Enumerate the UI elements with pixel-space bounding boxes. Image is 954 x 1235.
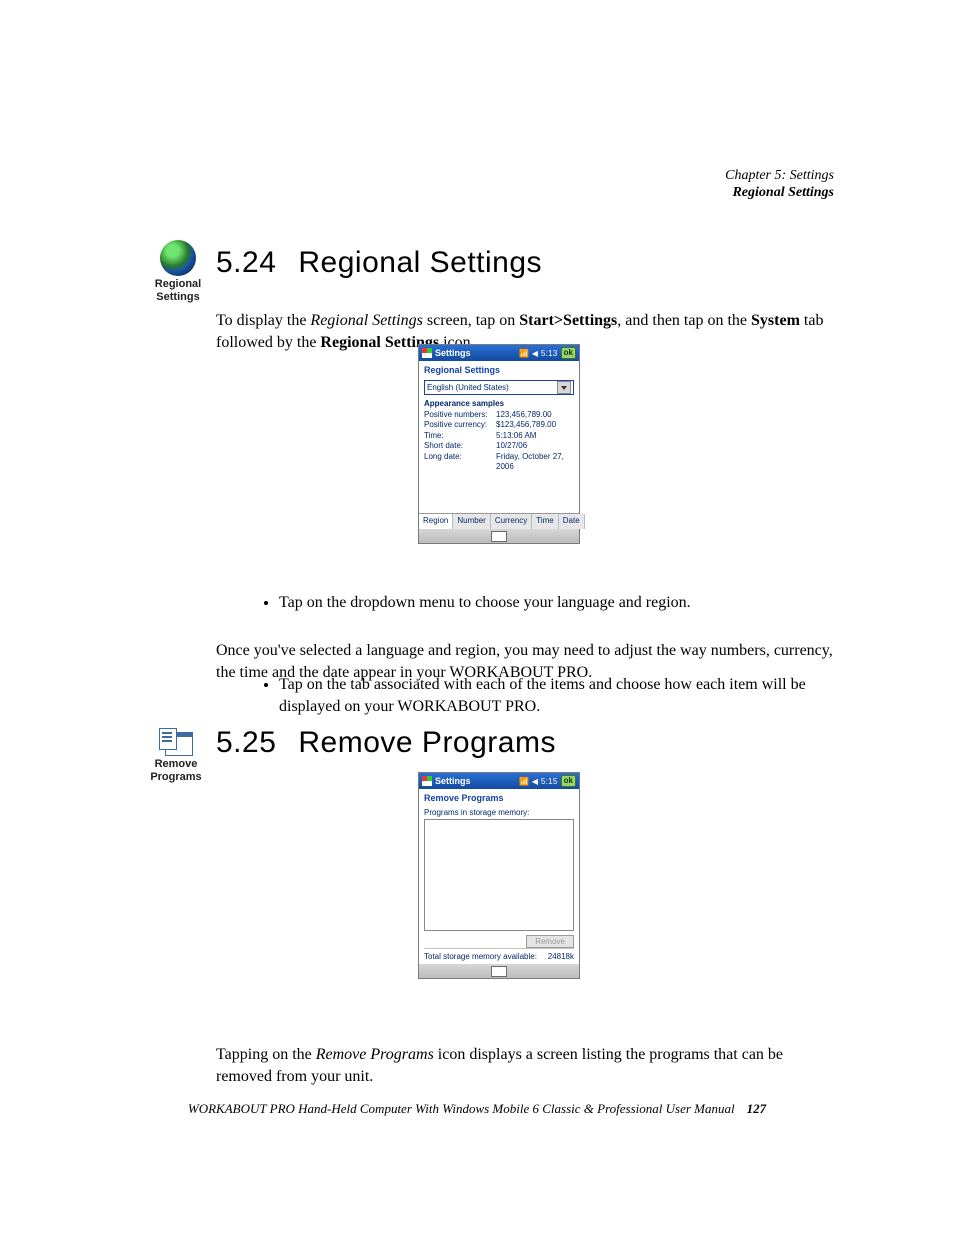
sample-row: Short date:10/27/06 xyxy=(424,441,574,451)
screen-title: Remove Programs xyxy=(419,789,579,805)
tab-currency[interactable]: Currency xyxy=(491,514,532,529)
remove-programs-screenshot: Settings 📶 ◀ 5:15 ok Remove Programs Pro… xyxy=(418,772,580,979)
bullet-list: Tap on the tab associated with each of t… xyxy=(279,674,834,717)
tab-time[interactable]: Time xyxy=(532,514,558,529)
globe-icon xyxy=(160,240,196,276)
ok-button[interactable]: ok xyxy=(561,775,576,787)
section-title: Regional Settings xyxy=(298,246,542,279)
region-dropdown[interactable]: English (United States) xyxy=(424,380,574,395)
sip-bar xyxy=(419,529,579,543)
regional-settings-app-icon: RegionalSettings xyxy=(138,240,218,303)
header-chapter: Chapter 5: Settings xyxy=(725,168,834,185)
keyboard-icon[interactable] xyxy=(491,966,507,977)
start-icon xyxy=(422,348,432,358)
paragraph: Tapping on the Remove Programs icon disp… xyxy=(216,1044,836,1087)
page-footer: WORKABOUT PRO Hand-Held Computer With Wi… xyxy=(0,1101,954,1117)
sample-row: Positive currency:$123,456,789.00 xyxy=(424,420,574,430)
memory-line: Total storage memory available: 24818k xyxy=(424,952,574,961)
running-header: Chapter 5: Settings Regional Settings xyxy=(725,168,834,202)
sample-row: Positive numbers:123,456,789.00 xyxy=(424,410,574,420)
screen-title: Regional Settings xyxy=(419,361,579,377)
status-time: 📶 ◀ 5:15 xyxy=(519,777,558,786)
tabs-row: Region Number Currency Time Date xyxy=(419,513,579,529)
icon-label: RemovePrograms xyxy=(136,758,216,783)
bullet-list: Tap on the dropdown menu to choose your … xyxy=(279,592,849,614)
device-titlebar: Settings 📶 ◀ 5:13 ok xyxy=(419,345,579,361)
page: Chapter 5: Settings Regional Settings Re… xyxy=(0,0,954,1235)
header-section: Regional Settings xyxy=(725,185,834,202)
section-heading-5-25: 5.25 Remove Programs xyxy=(216,726,556,760)
remove-programs-app-icon: RemovePrograms xyxy=(136,728,216,783)
memory-value: 24818k xyxy=(548,952,574,961)
sample-row: Long date:Friday, October 27, 2006 xyxy=(424,452,574,473)
sip-bar xyxy=(419,964,579,978)
ok-button[interactable]: ok xyxy=(561,347,576,359)
remove-button[interactable]: Remove xyxy=(526,935,574,948)
bullet-item: Tap on the tab associated with each of t… xyxy=(279,674,834,717)
titlebar-text: Settings xyxy=(435,776,471,786)
tab-region[interactable]: Region xyxy=(419,514,453,529)
section-number: 5.24 xyxy=(216,246,276,279)
section-heading-5-24: 5.24 Regional Settings xyxy=(216,246,542,280)
appearance-samples-label: Appearance samples xyxy=(424,399,574,408)
regional-settings-screenshot: Settings 📶 ◀ 5:13 ok Regional Settings E… xyxy=(418,344,580,544)
keyboard-icon[interactable] xyxy=(491,531,507,542)
chevron-down-icon xyxy=(557,381,571,394)
bullet-item: Tap on the dropdown menu to choose your … xyxy=(279,592,849,614)
device-titlebar: Settings 📶 ◀ 5:15 ok xyxy=(419,773,579,789)
programs-label: Programs in storage memory: xyxy=(424,808,574,817)
tab-number[interactable]: Number xyxy=(453,514,490,529)
dropdown-value: English (United States) xyxy=(427,383,509,392)
start-icon xyxy=(422,776,432,786)
tab-date[interactable]: Date xyxy=(559,514,585,529)
page-number: 127 xyxy=(747,1101,767,1116)
status-time: 📶 ◀ 5:13 xyxy=(519,349,558,358)
titlebar-text: Settings xyxy=(435,348,471,358)
footer-text: WORKABOUT PRO Hand-Held Computer With Wi… xyxy=(188,1101,735,1116)
remove-programs-icon xyxy=(159,728,193,756)
icon-label: RegionalSettings xyxy=(138,278,218,303)
memory-label: Total storage memory available: xyxy=(424,952,537,961)
section-title: Remove Programs xyxy=(298,726,556,759)
section-number: 5.25 xyxy=(216,726,276,759)
programs-listbox[interactable] xyxy=(424,819,574,931)
sample-row: Time:5:13:06 AM xyxy=(424,431,574,441)
